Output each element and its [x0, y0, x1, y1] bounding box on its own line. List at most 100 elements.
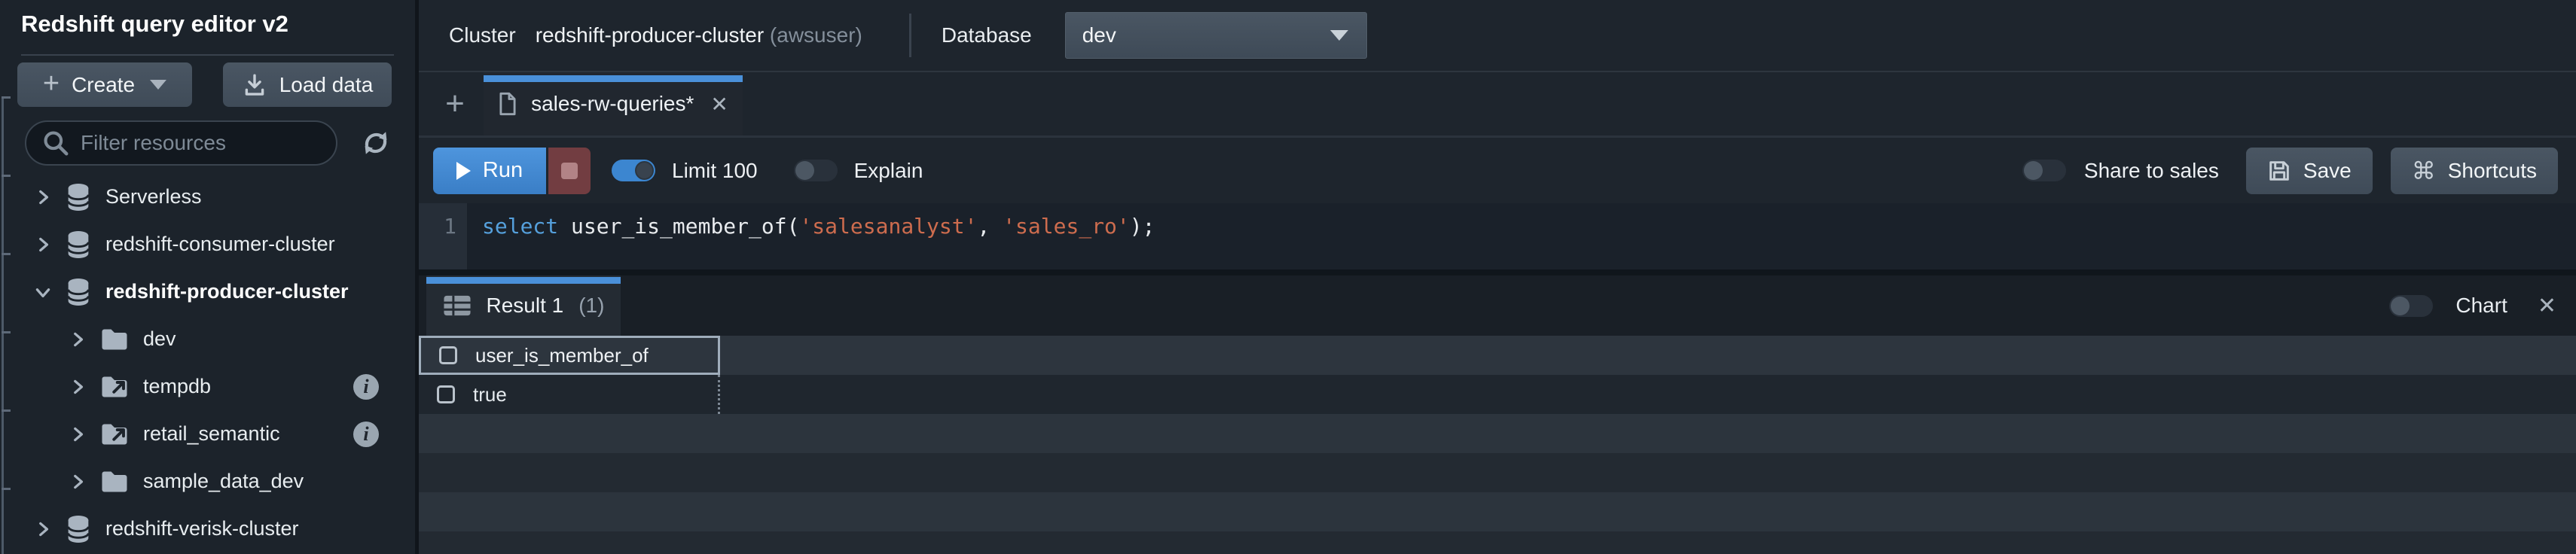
header-divider [908, 14, 911, 57]
row-checkbox[interactable] [437, 385, 455, 403]
run-button-group: Run [433, 147, 591, 194]
shared-database-icon [101, 423, 128, 446]
cell-value: true [473, 382, 507, 406]
shortcuts-button-label: Shortcuts [2447, 158, 2537, 182]
close-icon[interactable]: ✕ [710, 92, 728, 117]
chevron-right-icon[interactable] [66, 425, 89, 444]
filter-resources-search[interactable] [25, 120, 337, 166]
cluster-name: redshift-producer-cluster (awsuser) [536, 23, 862, 47]
sql-keyword: select [482, 214, 559, 239]
database-select[interactable]: dev [1064, 12, 1367, 59]
chevron-right-icon[interactable] [66, 330, 89, 349]
sql-closing: ); [1129, 214, 1155, 239]
toolbar-right-group: Share to sales Save ⌘ Shortcuts [2022, 147, 2558, 194]
select-all-checkbox[interactable] [439, 346, 457, 364]
create-button-label: Create [72, 72, 136, 96]
chevron-right-icon[interactable] [32, 519, 54, 539]
redshift-query-editor-window: Redshift query editor v2 + Create Load d… [0, 0, 2576, 554]
column-header-user-is-member-of[interactable]: user_is_member_of [419, 336, 720, 375]
editor-results-splitter[interactable] [419, 269, 2576, 275]
info-icon[interactable]: i [353, 421, 379, 447]
save-button[interactable]: Save [2245, 147, 2373, 194]
sql-string: 'salesanalyst' [799, 214, 978, 239]
chevron-down-icon[interactable] [32, 282, 54, 302]
chart-toggle[interactable] [2389, 294, 2434, 317]
main-panel: Cluster redshift-producer-cluster (awsus… [419, 0, 2576, 554]
sidebar-item-redshift-consumer-cluster[interactable]: redshift-consumer-cluster [0, 221, 415, 268]
sidebar-item-redshift-producer-cluster[interactable]: redshift-producer-cluster [0, 268, 415, 315]
chevron-right-icon[interactable] [32, 187, 54, 207]
shortcuts-button[interactable]: ⌘ Shortcuts [2390, 147, 2558, 194]
toggle-knob [795, 161, 814, 180]
folder-icon [101, 328, 128, 351]
result-tab[interactable]: Result 1 (1) [426, 275, 621, 336]
resources-sidebar: Redshift query editor v2 + Create Load d… [0, 0, 415, 554]
results-right-controls: Chart ✕ [2389, 275, 2576, 336]
refresh-icon[interactable] [359, 126, 392, 160]
share-toggle[interactable] [2022, 160, 2066, 181]
left-edge-ruler [2, 96, 11, 554]
limit-toggle[interactable] [612, 160, 655, 181]
toggle-knob [2023, 161, 2043, 180]
sidebar-item-retail-semantic[interactable]: retail_semantic i [0, 410, 415, 458]
connection-header: Cluster redshift-producer-cluster (awsus… [419, 0, 2576, 72]
tab-label: sales-rw-queries* [531, 92, 694, 115]
chevron-right-icon[interactable] [66, 377, 89, 397]
database-icon [66, 278, 90, 306]
editor-tab-bar: + sales-rw-queries* ✕ [419, 72, 2576, 138]
sql-editor: 1 select user_is_member_of('salesanalyst… [419, 203, 2576, 269]
sidebar-item-serverless[interactable]: Serverless [0, 173, 415, 221]
sidebar-item-dev[interactable]: dev [0, 315, 415, 363]
sql-string: 'sales_ro' [1003, 214, 1130, 239]
active-result-tab-indicator [426, 277, 621, 284]
explain-toggle[interactable] [793, 160, 838, 181]
sql-call: user_is_member_of( [558, 214, 800, 239]
sidebar-item-label: Serverless [105, 185, 202, 208]
chevron-right-icon[interactable] [32, 235, 54, 254]
search-input[interactable] [81, 131, 321, 155]
play-icon [456, 161, 471, 180]
document-icon [498, 92, 517, 116]
sidebar-title-divider [21, 54, 394, 56]
cluster-user: (awsuser) [764, 23, 862, 47]
tab-sales-rw-queries[interactable]: sales-rw-queries* ✕ [484, 72, 743, 135]
database-select-value: dev [1082, 23, 1116, 47]
empty-grid-stripe [419, 414, 2576, 453]
stop-button[interactable] [548, 147, 591, 194]
sidebar-item-tempdb[interactable]: tempdb i [0, 363, 415, 410]
query-toolbar: Run Limit 100 Explain Share to sales Sav… [419, 138, 2576, 203]
command-icon: ⌘ [2411, 157, 2436, 184]
results-table-header: user_is_member_of [419, 336, 2576, 375]
load-data-button[interactable]: Load data [223, 62, 392, 107]
create-button[interactable]: + Create [17, 62, 192, 107]
sidebar-item-label: tempdb [143, 375, 212, 397]
folder-icon [101, 470, 128, 493]
sidebar-item-redshift-verisk-cluster[interactable]: redshift-verisk-cluster [0, 505, 415, 552]
editor-code-area[interactable]: select user_is_member_of('salesanalyst',… [467, 203, 2576, 269]
search-icon [41, 129, 70, 157]
database-icon [66, 230, 90, 259]
new-tab-button[interactable]: + [432, 72, 478, 135]
share-label: Share to sales [2083, 158, 2219, 182]
download-icon [242, 72, 267, 98]
line-number: 1 [444, 214, 456, 239]
toggle-knob [635, 161, 654, 180]
sidebar-item-label: redshift-verisk-cluster [105, 517, 299, 540]
close-results-icon[interactable]: ✕ [2538, 293, 2556, 319]
database-label: Database [941, 23, 1032, 47]
sidebar-item-label: redshift-producer-cluster [105, 280, 349, 303]
shared-database-icon [101, 376, 128, 398]
database-icon [66, 183, 90, 212]
chevron-right-icon[interactable] [66, 472, 89, 492]
table-row[interactable]: true [419, 375, 2576, 414]
toggle-knob [2391, 296, 2410, 315]
app-title: Redshift query editor v2 [21, 11, 288, 37]
resources-tree: Serverless redshift-consumer-cluster red… [0, 173, 415, 552]
chevron-down-icon [150, 80, 167, 90]
sidebar-item-sample-data-dev[interactable]: sample_data_dev [0, 458, 415, 505]
explain-label: Explain [853, 158, 923, 182]
info-icon[interactable]: i [353, 373, 379, 400]
table-cell: true [419, 375, 720, 414]
run-button[interactable]: Run [433, 147, 546, 194]
sidebar-item-label: retail_semantic [143, 422, 280, 445]
